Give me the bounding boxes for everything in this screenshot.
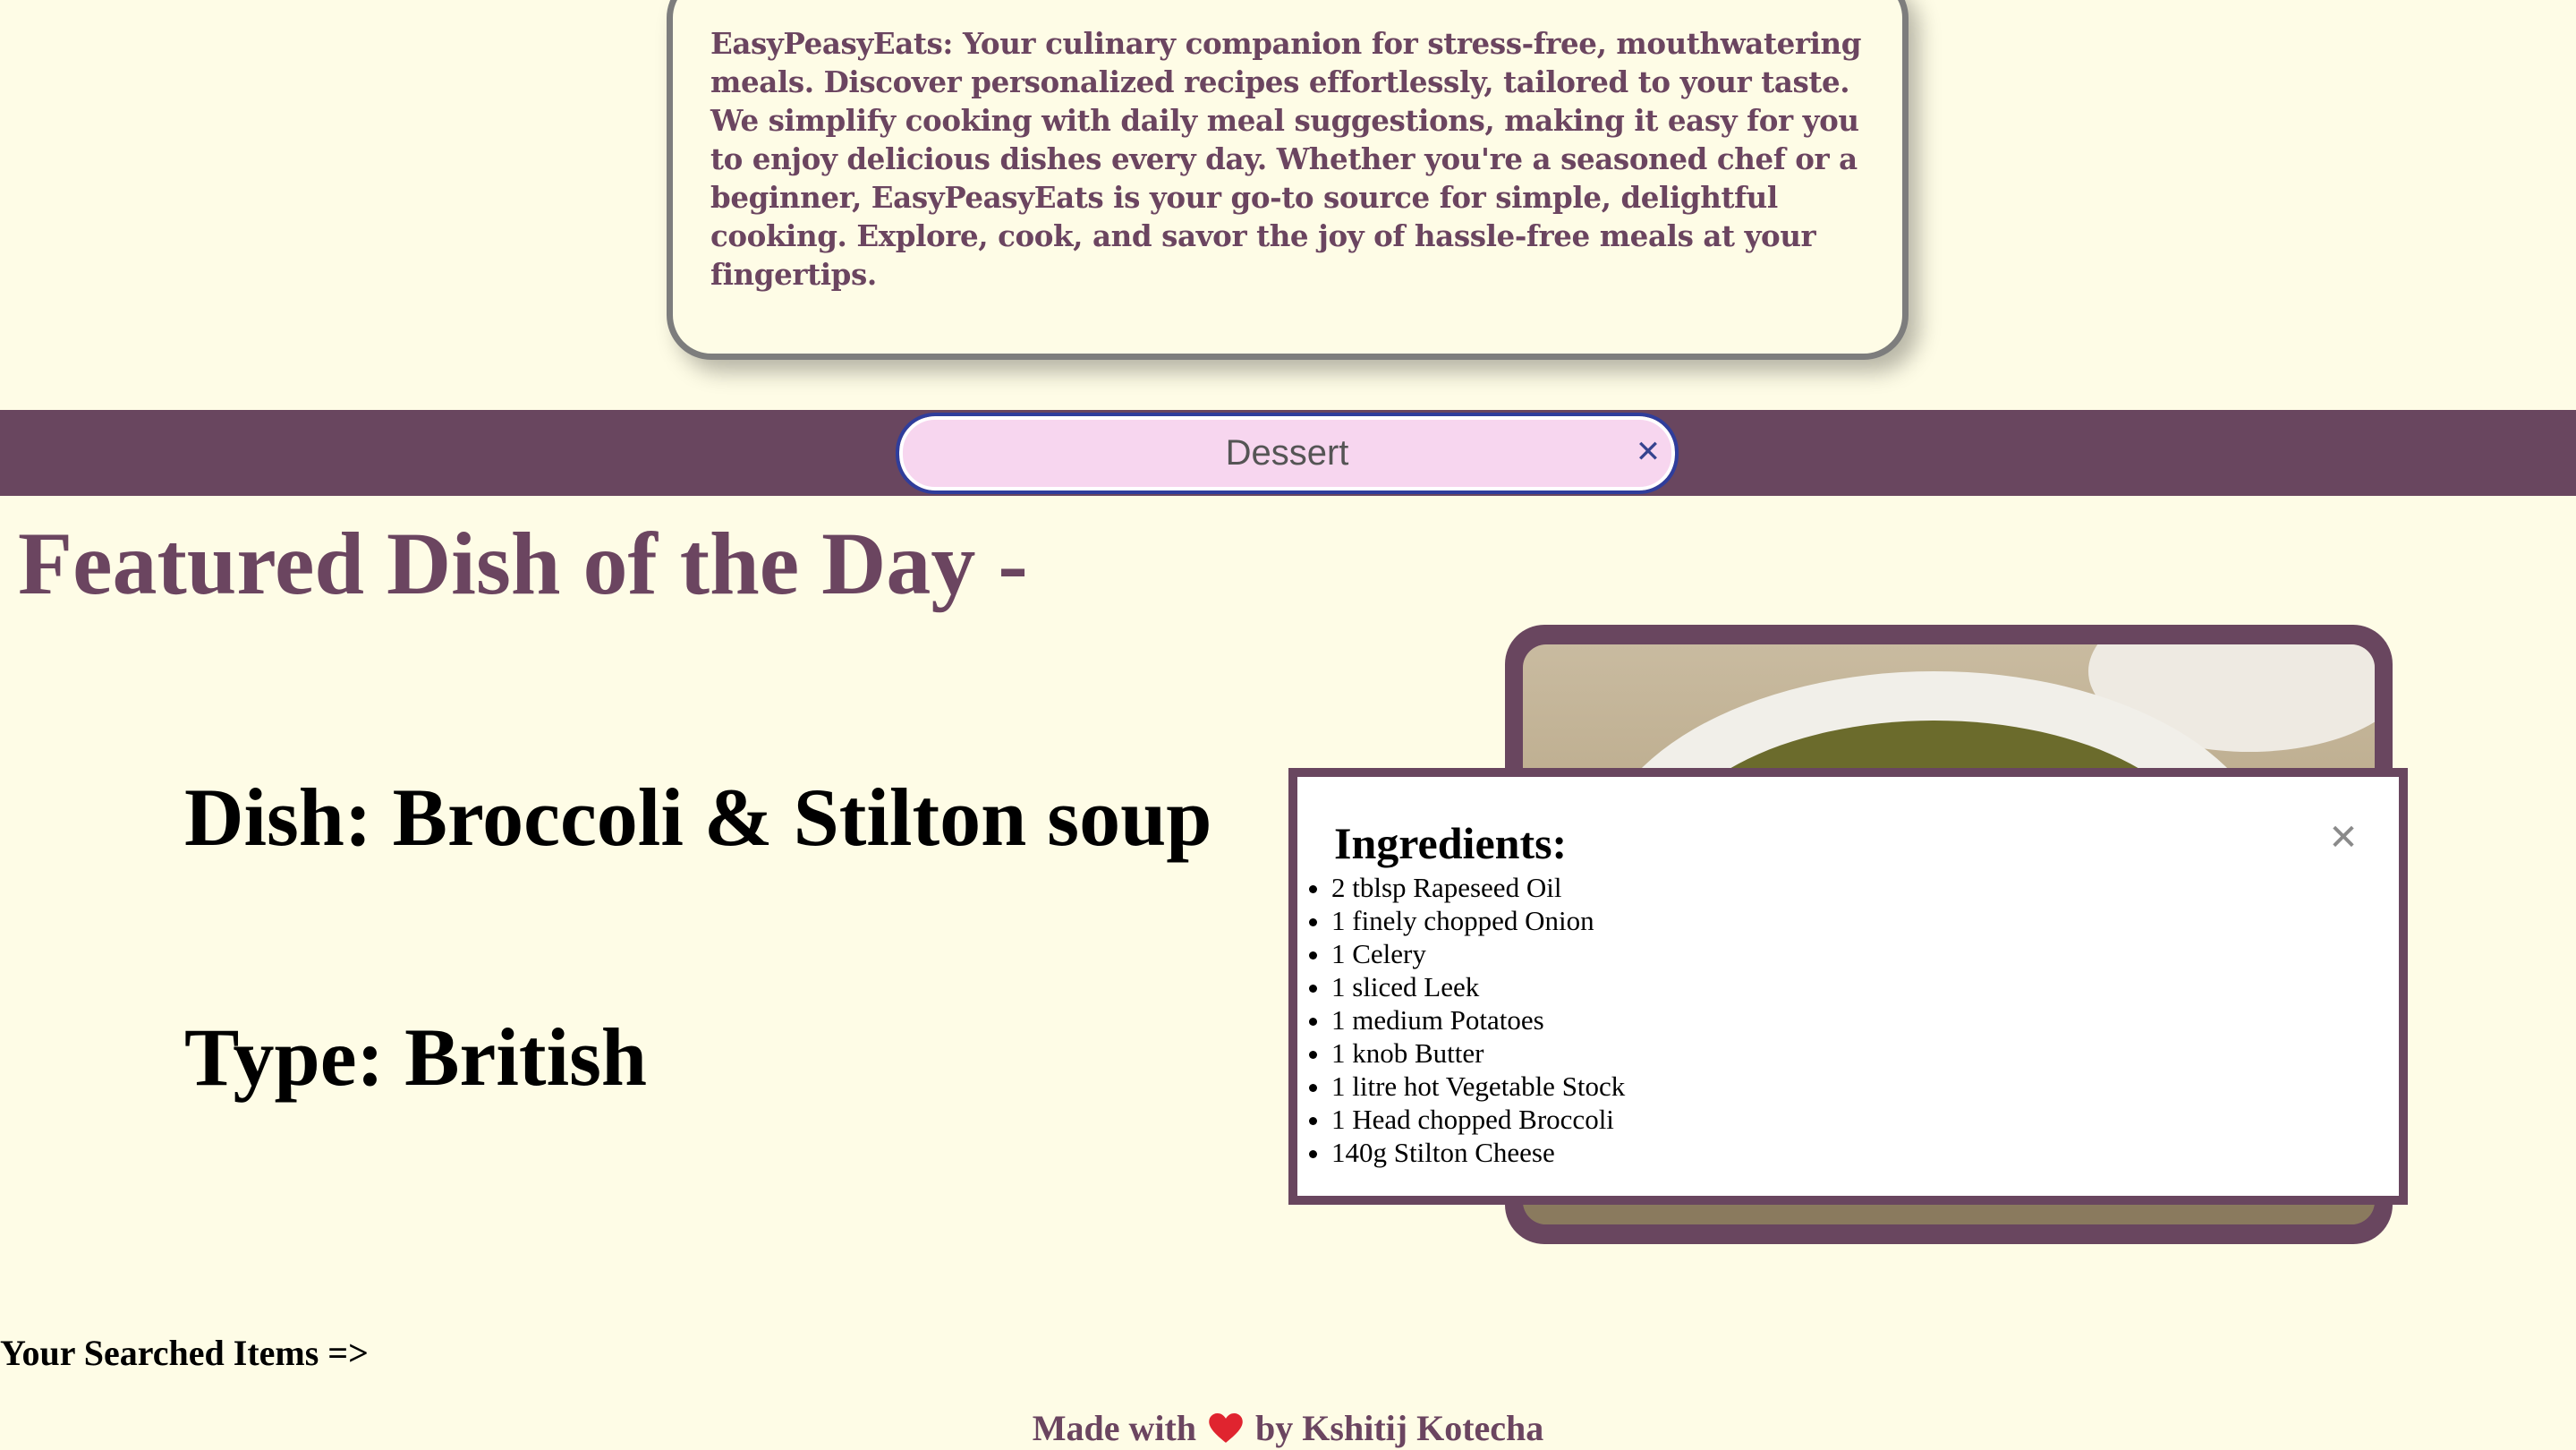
dish-type: Type: British — [184, 1011, 648, 1103]
footer: Made with by Kshitij Kotecha — [0, 1407, 2576, 1449]
ingredient-item: 1 medium Potatoes — [1331, 1003, 2363, 1036]
searched-items-label: Your Searched Items => — [0, 1333, 369, 1373]
ingredient-item: 1 Head chopped Broccoli — [1331, 1103, 2363, 1136]
ingredients-popup: ✕ Ingredients: 2 tblsp Rapeseed Oil 1 fi… — [1288, 768, 2408, 1205]
footer-made-with: Made with — [1032, 1408, 1197, 1448]
clear-search-icon[interactable]: ✕ — [1630, 434, 1666, 470]
heart-icon — [1209, 1413, 1243, 1443]
search-box[interactable]: ✕ — [896, 413, 1679, 494]
footer-author: by Kshitij Kotecha — [1255, 1408, 1544, 1448]
ingredient-item: 1 sliced Leek — [1331, 970, 2363, 1003]
search-input[interactable] — [947, 433, 1628, 473]
ingredient-item: 1 knob Butter — [1331, 1036, 2363, 1070]
about-text: EasyPeasyEats: Your culinary companion f… — [710, 26, 1862, 292]
ingredient-item: 140g Stilton Cheese — [1331, 1136, 2363, 1169]
ingredient-item: 1 Celery — [1331, 937, 2363, 970]
about-card: EasyPeasyEats: Your culinary companion f… — [667, 0, 1909, 360]
ingredients-list: 2 tblsp Rapeseed Oil 1 finely chopped On… — [1310, 871, 2363, 1169]
ingredient-item: 1 finely chopped Onion — [1331, 904, 2363, 937]
ingredient-item: 1 litre hot Vegetable Stock — [1331, 1070, 2363, 1103]
close-icon[interactable]: ✕ — [2325, 820, 2361, 856]
ingredient-item: 2 tblsp Rapeseed Oil — [1331, 871, 2363, 904]
dish-name: Dish: Broccoli & Stilton soup — [184, 772, 1212, 863]
ingredients-heading: Ingredients: — [1334, 818, 1568, 868]
featured-dish-title: Featured Dish of the Day - — [18, 514, 1028, 613]
